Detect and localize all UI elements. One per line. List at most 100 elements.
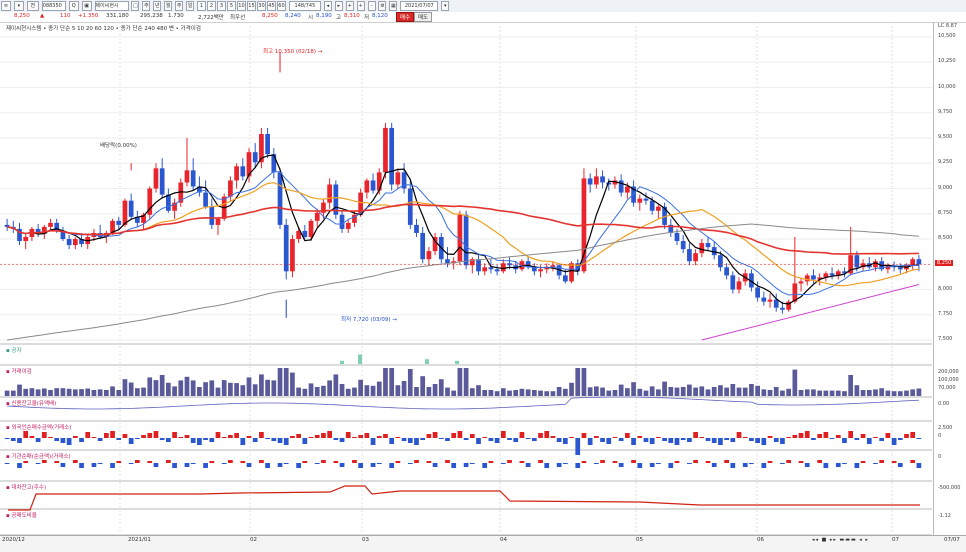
crosshair-icon[interactable]: + [345, 1, 354, 11]
period-button-2[interactable]: 2 [206, 1, 216, 11]
candle-body [23, 236, 29, 242]
period-button-30[interactable]: 30 [256, 1, 266, 11]
foreign-bar [488, 438, 494, 441]
candle-body [773, 299, 779, 308]
price-tag: 8,250 [935, 260, 954, 266]
period-button-1[interactable]: 1 [196, 1, 206, 11]
sell-button[interactable]: 매도 [414, 12, 433, 22]
volume-bar [103, 390, 109, 396]
high-label: 고 [336, 15, 342, 21]
institution-bar [711, 463, 717, 467]
candle-body [190, 170, 196, 187]
candle-body [538, 269, 543, 272]
volume-bar [420, 376, 426, 396]
foreign-bar [147, 433, 153, 438]
foreign-bar [649, 438, 655, 444]
foreign-bar [804, 431, 810, 438]
candle-body [804, 275, 810, 282]
institution-bar [656, 463, 661, 464]
lock-icon[interactable]: ▣ [81, 1, 92, 11]
prev-icon[interactable]: ◂ [323, 1, 332, 11]
foreign-bar [296, 434, 301, 438]
foreign-bar [656, 437, 661, 438]
volume-bar [116, 390, 122, 396]
institution-bar [432, 463, 438, 467]
candle-body [916, 259, 922, 265]
volume-bar [252, 384, 258, 396]
chart-area[interactable] [0, 22, 932, 535]
volume-bar [860, 390, 866, 396]
menu-icon[interactable]: ≡ [1, 1, 11, 11]
candle-body [407, 188, 413, 225]
volume-bar [197, 387, 202, 396]
foreign-bar [724, 438, 729, 440]
calendar-icon[interactable]: ▦ [389, 1, 398, 11]
volume-bar [687, 384, 692, 396]
foreign-bar [23, 431, 29, 438]
foreign-bar [742, 437, 748, 438]
tool-icon-1[interactable]: □ [131, 1, 140, 11]
volume-bar [891, 391, 897, 396]
buy-button[interactable]: 매수 [396, 12, 415, 22]
settings-icon[interactable]: ⚙ [378, 1, 387, 11]
institution-bar [910, 460, 916, 463]
tool-icon-6[interactable]: 일 [186, 1, 195, 11]
foreign-bar [308, 437, 314, 438]
candle-body [370, 180, 376, 191]
notice-bar [425, 359, 429, 364]
period-button-45[interactable]: 45 [266, 1, 276, 11]
period-button-3[interactable]: 3 [216, 1, 226, 11]
volume-bar [488, 390, 494, 396]
zoom-in-icon[interactable]: + [356, 1, 365, 11]
period-button-5[interactable]: 5 [226, 1, 236, 11]
stock-code-input[interactable]: 088350 [41, 1, 66, 11]
period-button-15[interactable]: 15 [246, 1, 256, 11]
subpanel-label-0: ▪ 공지 [6, 348, 22, 354]
period-button-10[interactable]: 10 [236, 1, 246, 11]
foreign-bar [755, 438, 760, 443]
y-tick-label: 10,500 [938, 33, 956, 40]
foreign-bar [569, 437, 574, 438]
calendar-picker-icon[interactable]: ▾ [441, 1, 450, 11]
next-icon[interactable]: ▸ [334, 1, 343, 11]
current-price: 8,250 [14, 13, 30, 19]
foreign-bar [463, 438, 469, 440]
candle-body [680, 241, 686, 250]
tool-icon-2[interactable]: 주 [142, 1, 151, 11]
tool-icon-4[interactable]: 월 [164, 1, 173, 11]
volume-bar [594, 386, 599, 396]
date-input[interactable]: 2021/07/07 [400, 1, 439, 11]
tool-icon-5[interactable]: 주 [175, 1, 184, 11]
institution-bar [54, 461, 60, 463]
tool-icon-3[interactable]: 년 [153, 1, 162, 11]
foreign-bar [680, 438, 686, 440]
foreign-bar [507, 438, 512, 440]
market-select[interactable]: 전 [26, 1, 39, 11]
candle-body [277, 172, 283, 225]
volume-bar [327, 380, 332, 396]
institution-bar [612, 461, 618, 463]
foreign-bar [358, 435, 364, 438]
volume-bar [730, 384, 736, 396]
period-button-60[interactable]: 60 [276, 1, 286, 11]
volume-bar [110, 386, 115, 396]
volume-bar [339, 384, 345, 396]
foreign-bar [693, 432, 698, 438]
volume-bar [562, 388, 568, 396]
scroll-controls[interactable]: ◂◂ ■ ▸▸ ▬▬▬ ◂ ▸ [812, 537, 869, 543]
search-icon[interactable]: Q [68, 1, 79, 11]
zoom-out-icon[interactable]: - [367, 1, 376, 11]
candle-body [234, 166, 239, 181]
ma60-line [6, 203, 919, 255]
volume-bar [705, 389, 711, 396]
dropdown-icon[interactable]: ▾ [13, 1, 24, 11]
period-buttons: 1 2 3 5 10 15 30 45 60 [196, 1, 286, 11]
foreign-bar [736, 432, 742, 438]
candle-body [476, 259, 481, 272]
foreign-bar [842, 438, 847, 443]
foreign-bar [866, 438, 872, 444]
candle-body [271, 154, 277, 173]
volume-bar [48, 390, 53, 396]
volume-bar [494, 391, 500, 396]
volume-bar [122, 379, 128, 396]
